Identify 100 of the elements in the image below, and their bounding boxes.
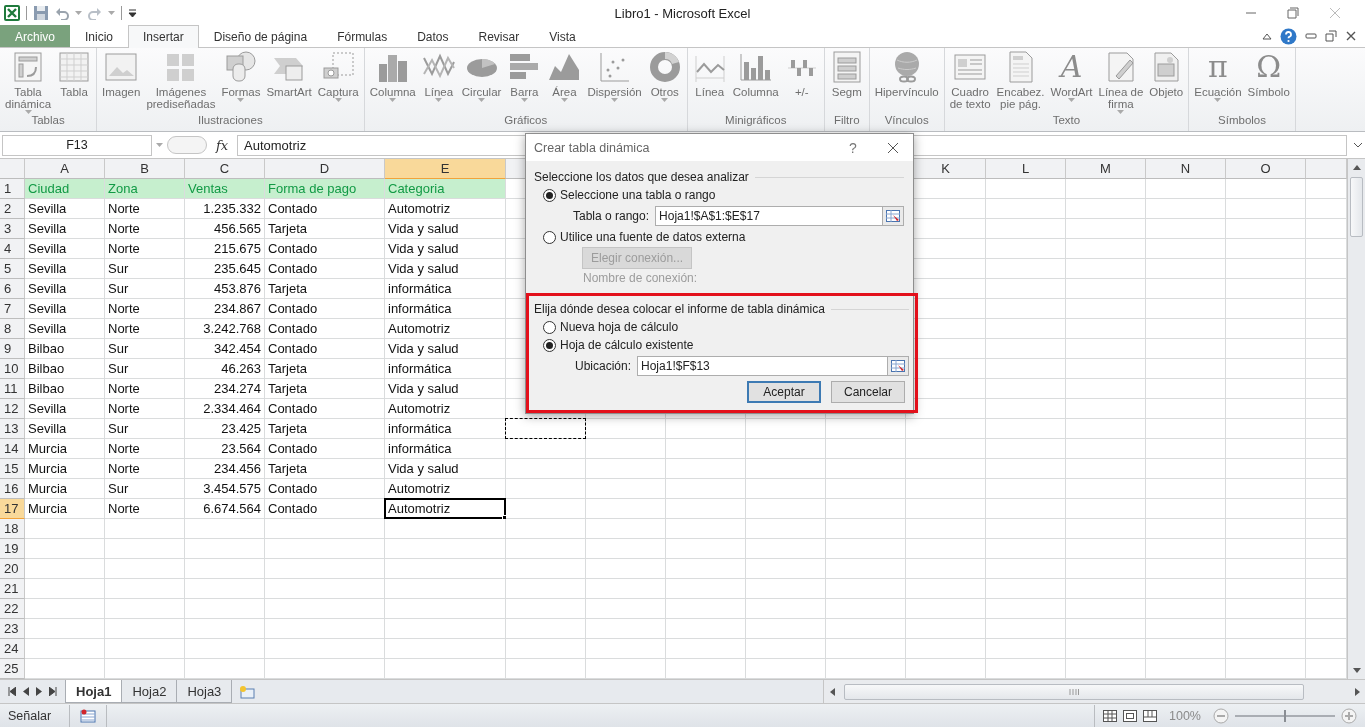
- row-header[interactable]: 9: [0, 339, 25, 359]
- column-header[interactable]: A: [25, 159, 105, 179]
- radio-button[interactable]: [543, 188, 556, 202]
- page-break-icon[interactable]: [1143, 709, 1157, 722]
- ribbon-button[interactable]: SmartArt: [263, 50, 315, 98]
- row-header[interactable]: 24: [0, 639, 25, 659]
- range-picker-button[interactable]: [887, 356, 909, 376]
- close-icon[interactable]: [887, 141, 899, 154]
- row-header[interactable]: 12: [0, 399, 25, 419]
- ribbon-button[interactable]: Dispersión: [584, 50, 645, 102]
- range-field[interactable]: Hoja1!$A$1:$E$17: [655, 206, 883, 226]
- ribbon-button[interactable]: Objeto: [1146, 50, 1187, 98]
- row-header[interactable]: 5: [0, 259, 25, 279]
- row-header[interactable]: 7: [0, 299, 25, 319]
- row-header[interactable]: 15: [0, 459, 25, 479]
- ribbon-button[interactable]: Línea: [418, 50, 459, 102]
- page-layout-icon[interactable]: [1123, 709, 1137, 722]
- ribbon-button[interactable]: Imágenes prediseñadas: [143, 50, 219, 110]
- ribbon-tab[interactable]: Diseño de página: [198, 25, 323, 47]
- row-header[interactable]: 6: [0, 279, 25, 299]
- restore-window-icon[interactable]: [1325, 30, 1337, 42]
- row-header[interactable]: 13: [0, 419, 25, 439]
- first-sheet-icon[interactable]: [8, 687, 16, 696]
- ribbon-button[interactable]: Captura: [314, 50, 362, 102]
- range-picker-button[interactable]: [882, 206, 904, 226]
- ribbon-button[interactable]: A WordArt: [1047, 50, 1096, 102]
- radio-button[interactable]: [543, 320, 556, 334]
- ribbon-button[interactable]: Columna: [366, 50, 419, 102]
- column-header[interactable]: C: [185, 159, 265, 179]
- ribbon-button[interactable]: Línea: [689, 50, 730, 98]
- location-field[interactable]: Hoja1!$F$13: [637, 356, 888, 376]
- record-macro-icon[interactable]: [80, 708, 97, 723]
- restore-icon[interactable]: [1287, 7, 1299, 19]
- ribbon-button[interactable]: +/-: [781, 50, 822, 98]
- ribbon-tab[interactable]: Inicio: [70, 25, 129, 47]
- ribbon-button[interactable]: Otros: [644, 50, 685, 102]
- scroll-thumb[interactable]: [1350, 177, 1363, 237]
- ribbon-tab[interactable]: Fórmulas: [322, 25, 403, 47]
- row-header[interactable]: 21: [0, 579, 25, 599]
- row-header[interactable]: 25: [0, 659, 25, 679]
- row-header[interactable]: 17: [0, 499, 25, 519]
- row-header[interactable]: 16: [0, 479, 25, 499]
- row-header[interactable]: 4: [0, 239, 25, 259]
- row-header[interactable]: 2: [0, 199, 25, 219]
- ribbon-button[interactable]: Tabla: [54, 50, 95, 98]
- help-icon[interactable]: [1280, 27, 1297, 45]
- column-header[interactable]: O: [1226, 159, 1306, 179]
- help-button[interactable]: ?: [833, 139, 873, 156]
- ribbon-tab[interactable]: Datos: [402, 25, 464, 47]
- dialog-button[interactable]: Cancelar: [831, 381, 905, 403]
- last-sheet-icon[interactable]: [49, 687, 57, 696]
- ribbon-tab[interactable]: Revisar: [463, 25, 535, 47]
- row-header[interactable]: 10: [0, 359, 25, 379]
- row-header[interactable]: 23: [0, 619, 25, 639]
- ribbon-button[interactable]: Segm: [826, 50, 867, 98]
- ribbon-button[interactable]: π Ecuación: [1191, 50, 1245, 102]
- next-sheet-icon[interactable]: [36, 687, 42, 696]
- ribbon-button[interactable]: Línea de firma: [1095, 50, 1147, 114]
- column-header[interactable]: M: [1066, 159, 1146, 179]
- ribbon-button[interactable]: Circular: [458, 50, 505, 102]
- normal-view-icon[interactable]: [1103, 709, 1117, 722]
- name-box[interactable]: F13: [2, 134, 152, 156]
- row-header[interactable]: 20: [0, 559, 25, 579]
- ribbon-button[interactable]: Barra: [504, 50, 545, 102]
- minimize-window-icon[interactable]: [1305, 30, 1317, 42]
- row-header[interactable]: 22: [0, 599, 25, 619]
- insert-function-button[interactable]: fx: [211, 137, 233, 153]
- column-header[interactable]: L: [986, 159, 1066, 179]
- row-header[interactable]: 18: [0, 519, 25, 539]
- undo-icon[interactable]: [55, 6, 69, 20]
- row-header[interactable]: 8: [0, 319, 25, 339]
- column-header[interactable]: N: [1146, 159, 1226, 179]
- row-header[interactable]: 1: [0, 179, 25, 199]
- ribbon-button[interactable]: Hipervínculo: [871, 50, 942, 98]
- dialog-button[interactable]: Aceptar: [747, 381, 821, 403]
- close-window-icon[interactable]: [1345, 30, 1357, 42]
- ribbon-button[interactable]: Imagen: [99, 50, 144, 98]
- radio-button[interactable]: [543, 230, 556, 244]
- collapse-ribbon-icon[interactable]: [1262, 32, 1272, 40]
- customize-icon[interactable]: [128, 8, 137, 18]
- ribbon-tab[interactable]: Insertar: [128, 25, 199, 48]
- ribbon-button[interactable]: Tabla dinámica: [2, 50, 55, 114]
- formula-bar-grip[interactable]: [167, 136, 207, 154]
- ribbon-button[interactable]: Columna: [729, 50, 782, 98]
- sheet-tab[interactable]: Hoja1: [65, 680, 123, 703]
- save-icon[interactable]: [33, 5, 49, 21]
- row-header[interactable]: 14: [0, 439, 25, 459]
- ribbon-button[interactable]: Área: [544, 50, 585, 102]
- ribbon-tab[interactable]: Vista: [534, 25, 591, 47]
- column-header[interactable]: E: [385, 159, 506, 179]
- row-header[interactable]: 3: [0, 219, 25, 239]
- column-header[interactable]: D: [265, 159, 385, 179]
- previous-sheet-icon[interactable]: [23, 687, 29, 696]
- ribbon-button[interactable]: Encabez. pie pág.: [993, 50, 1048, 110]
- ribbon-button[interactable]: Formas: [218, 50, 264, 102]
- row-header[interactable]: 19: [0, 539, 25, 559]
- radio-button[interactable]: [543, 338, 556, 352]
- column-header[interactable]: B: [105, 159, 185, 179]
- row-header[interactable]: 11: [0, 379, 25, 399]
- ribbon-button[interactable]: Cuadro de texto: [946, 50, 994, 110]
